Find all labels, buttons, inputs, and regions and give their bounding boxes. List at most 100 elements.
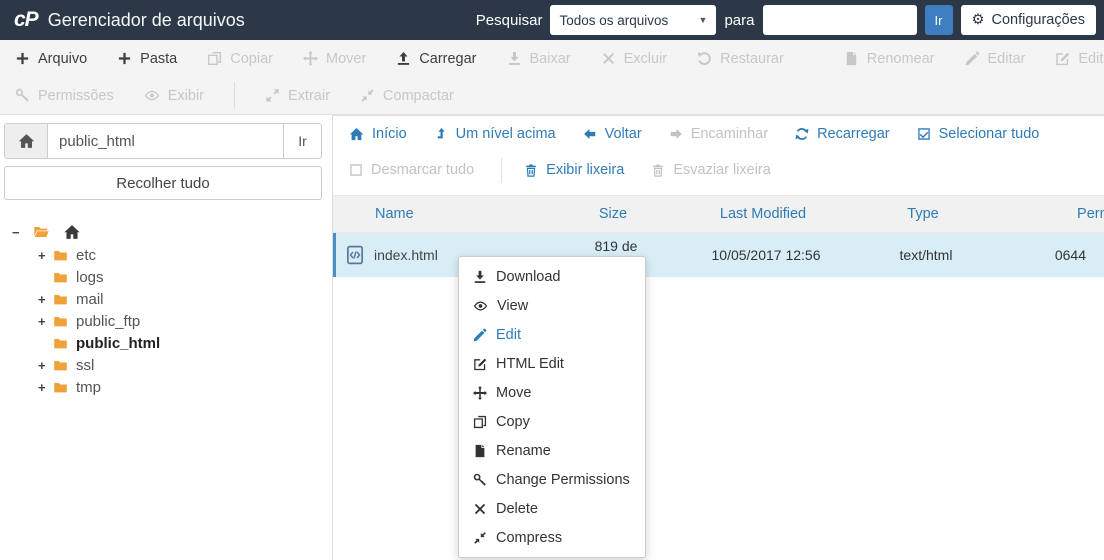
menu-item-view[interactable]: View xyxy=(459,291,645,320)
toolbar-button-mover: Mover xyxy=(303,51,366,67)
menu-item-compress[interactable]: Compress xyxy=(459,523,645,552)
menu-item-rename[interactable]: Rename xyxy=(459,436,645,465)
toolbar-button-renomear: Renomear xyxy=(844,51,935,67)
tree-item-mail[interactable]: + mail xyxy=(38,288,322,310)
tree-item-label: public_ftp xyxy=(76,312,141,330)
nav-recarregar[interactable]: Recarregar xyxy=(795,126,890,142)
tree-item-ssl[interactable]: + ssl xyxy=(38,354,322,376)
nav-selecionar-tudo[interactable]: Selecionar tudo xyxy=(917,126,1039,142)
menu-item-html-edit[interactable]: HTML Edit xyxy=(459,349,645,378)
nav-separator xyxy=(501,157,503,183)
tree-expand-toggle[interactable]: + xyxy=(38,358,52,373)
search-input[interactable] xyxy=(762,5,917,35)
toolbar-button-copiar: Copiar xyxy=(207,51,273,67)
tree-item-etc[interactable]: + etc xyxy=(38,244,322,266)
menu-item-change-permissions[interactable]: Change Permissions xyxy=(459,465,645,494)
folder-tree: − + etc logs + mail + public_ftp public_htm… xyxy=(4,220,322,398)
column-header-last-modified[interactable]: Last Modified xyxy=(663,206,863,222)
column-header-name[interactable]: Name xyxy=(333,206,563,222)
toolbar-button-arquivo[interactable]: Arquivo xyxy=(15,51,87,67)
tree-expand-toggle[interactable]: + xyxy=(38,292,52,307)
column-header-permissions[interactable]: Permissions xyxy=(983,206,1104,222)
file-table-header: Name Size Last Modified Type Permissions xyxy=(333,195,1104,233)
header-search-area: Pesquisar Todos os arquivos ▼ para Ir ⚙ … xyxy=(476,5,1104,35)
folder-icon xyxy=(52,270,69,285)
trash-icon xyxy=(524,163,538,178)
folder-icon xyxy=(52,314,69,329)
tree-item-logs[interactable]: logs xyxy=(38,266,322,288)
tree-collapse-toggle[interactable]: − xyxy=(12,225,26,240)
file-icon xyxy=(844,51,859,66)
folder-icon xyxy=(52,358,69,373)
toolbar-button-compactar: Compactar xyxy=(360,88,454,104)
tree-item-tmp[interactable]: + tmp xyxy=(38,376,322,398)
nav-voltar[interactable]: Voltar xyxy=(583,126,642,142)
arrow-right-icon xyxy=(669,127,683,141)
toolbar-button-baixar: Baixar xyxy=(507,51,571,67)
settings-button[interactable]: ⚙ Configurações xyxy=(960,5,1096,35)
table-row-index-html[interactable]: index.html 819 de 10/05/2017 12:56 text/… xyxy=(333,233,1104,277)
home-icon xyxy=(18,133,35,150)
folder-icon xyxy=(52,380,69,395)
x-icon xyxy=(601,51,616,66)
search-scope-select[interactable]: Todos os arquivos ▼ xyxy=(550,5,717,35)
file-name: index.html xyxy=(374,247,438,263)
tree-expand-toggle[interactable]: + xyxy=(38,248,52,263)
tree-expand-toggle[interactable]: + xyxy=(38,314,52,329)
menu-item-download[interactable]: Download xyxy=(459,262,645,291)
edit-square-icon xyxy=(1055,51,1070,66)
move-icon xyxy=(473,386,487,400)
toolbar-button-editar: Editar xyxy=(965,51,1025,67)
tree-expand-toggle[interactable]: + xyxy=(38,380,52,395)
toolbar-button-exibir: Exibir xyxy=(144,88,204,104)
eye-icon xyxy=(144,88,160,103)
path-go-button[interactable]: Ir xyxy=(283,124,321,158)
toolbar-row-1: Arquivo Pasta Copiar Mover Carregar Baix… xyxy=(0,40,1104,77)
toolbar-separator xyxy=(234,82,236,109)
path-input[interactable] xyxy=(48,124,283,158)
toolbar-button-extrair: Extrair xyxy=(265,88,330,104)
menu-item-delete[interactable]: Delete xyxy=(459,494,645,523)
toolbar-button-restaurar: Restaurar xyxy=(697,51,784,67)
tree-item-label: mail xyxy=(76,290,104,308)
tree-item-public-ftp[interactable]: + public_ftp xyxy=(38,310,322,332)
toolbar-button-excluir: Excluir xyxy=(601,51,667,67)
tree-item-label: logs xyxy=(76,268,104,286)
toolbar-button-permissoes: Permissões xyxy=(15,88,114,104)
tree-item-root[interactable]: − xyxy=(12,220,322,244)
restore-icon xyxy=(697,51,712,66)
tree-item-label: public_html xyxy=(76,334,161,352)
check-square-icon xyxy=(917,127,931,141)
tree-item-public-html[interactable]: public_html xyxy=(38,332,322,354)
column-header-type[interactable]: Type xyxy=(863,206,983,222)
file-type-cell: text/html xyxy=(899,247,953,263)
tree-item-label: etc xyxy=(76,246,97,264)
file-list-panel: Início Um nível acima Voltar Encaminhar … xyxy=(332,115,1104,560)
tree-item-label: tmp xyxy=(76,378,102,396)
trash-icon xyxy=(651,163,665,178)
menu-item-copy[interactable]: Copy xyxy=(459,407,645,436)
home-icon xyxy=(349,127,364,142)
home-button[interactable] xyxy=(5,124,48,158)
toolbar-button-carregar[interactable]: Carregar xyxy=(396,51,477,67)
nav-desmarcar-tudo: Desmarcar tudo xyxy=(349,162,474,178)
search-go-button[interactable]: Ir xyxy=(924,5,953,35)
folder-icon xyxy=(52,292,69,307)
compress-icon xyxy=(360,88,375,103)
pencil-icon xyxy=(473,328,487,342)
menu-item-edit[interactable]: Edit xyxy=(459,320,645,349)
nav-um-nivel-acima[interactable]: Um nível acima xyxy=(434,126,556,142)
search-label: Pesquisar xyxy=(475,11,543,29)
collapse-all-button[interactable]: Recolher tudo xyxy=(4,166,322,200)
menu-item-move[interactable]: Move xyxy=(459,378,645,407)
nav-exibir-lixeira[interactable]: Exibir lixeira xyxy=(524,162,624,178)
column-header-size[interactable]: Size xyxy=(563,206,663,222)
nav-inicio[interactable]: Início xyxy=(349,126,407,142)
refresh-icon xyxy=(795,127,809,141)
eye-icon xyxy=(473,299,488,313)
arrow-left-icon xyxy=(583,127,597,141)
level-up-icon xyxy=(434,127,448,141)
toolbar-button-pasta[interactable]: Pasta xyxy=(117,51,177,67)
file-size-cell: 819 de xyxy=(594,238,638,254)
cpanel-logo: cP xyxy=(14,8,39,31)
